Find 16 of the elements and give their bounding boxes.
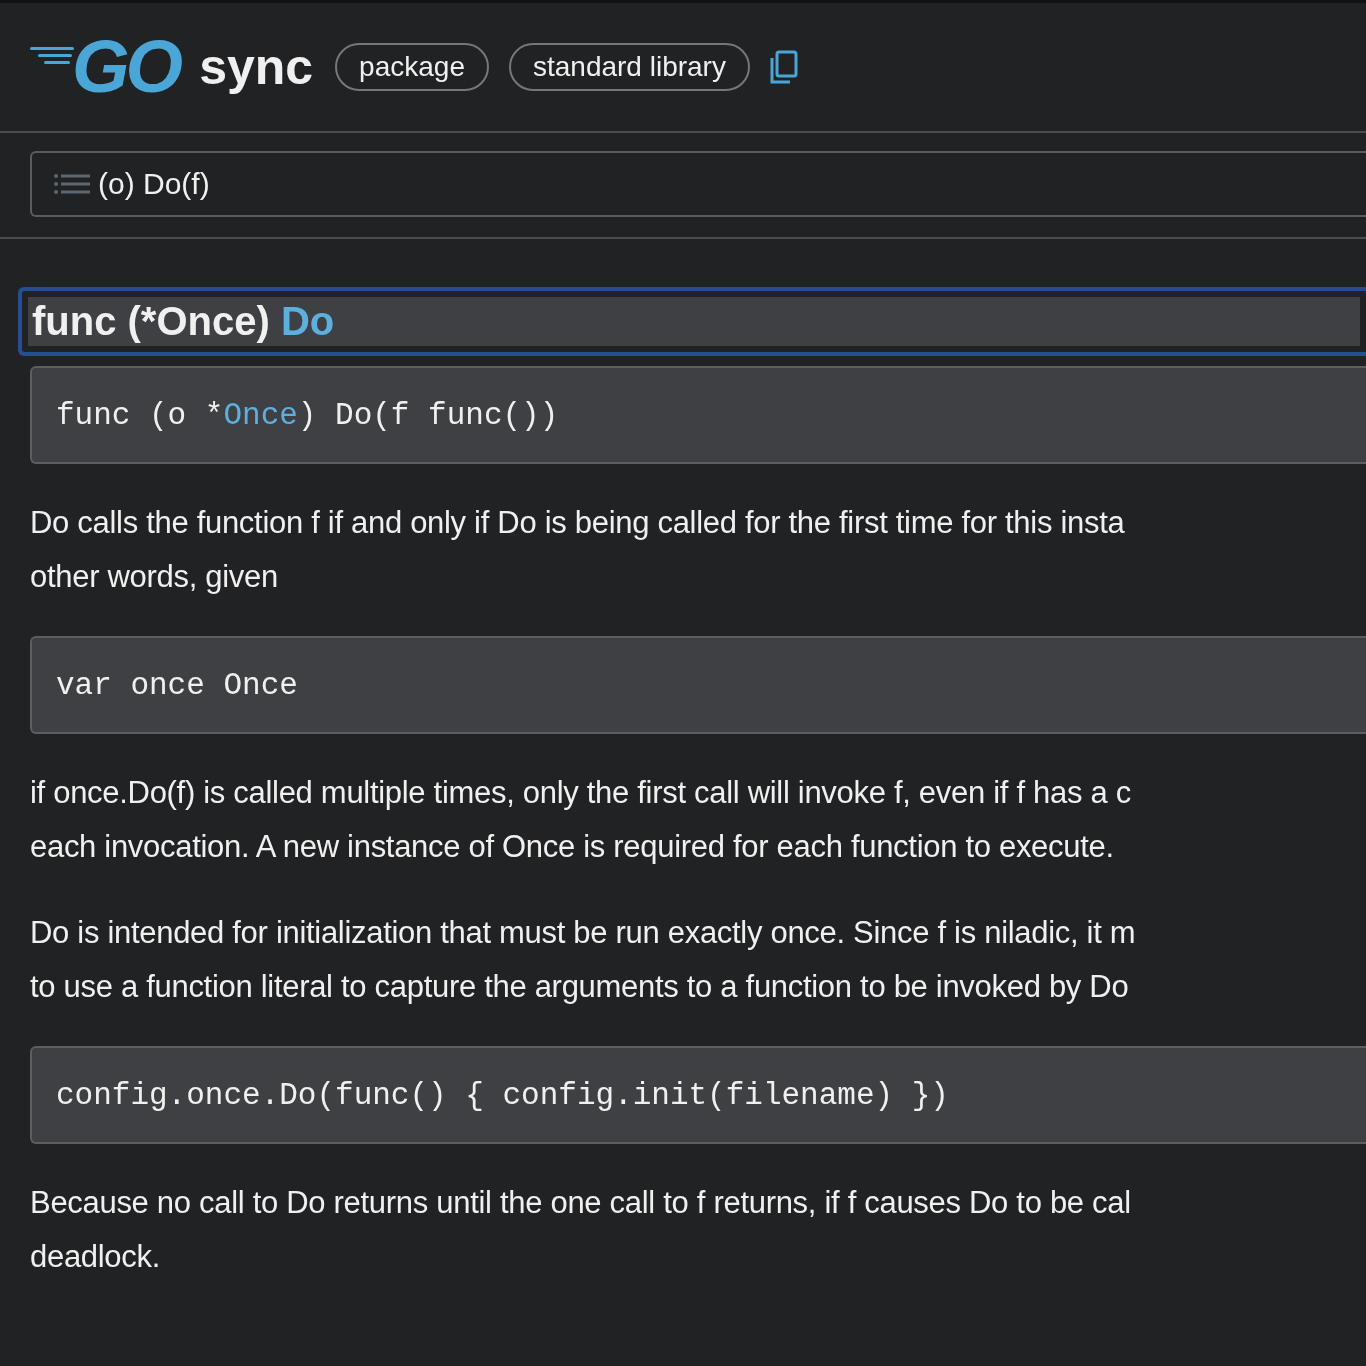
tag-badge: package (335, 43, 489, 91)
tag-badge: standard library (508, 43, 750, 91)
paragraph: Because no call to Do returns until the one call to f returns, if f causes Do to be cal deadlock. (30, 1184, 1132, 1276)
outline-dropdown[interactable]: (o) Do(f) (30, 151, 1366, 217)
copy-icon[interactable] (769, 50, 798, 84)
logo[interactable]: GO (72, 30, 180, 104)
package-title: sync (199, 38, 314, 96)
code-block: config.once.Do(func() { config.init(filename) }) (30, 1046, 1366, 1144)
speed-lines-icon (30, 45, 76, 65)
code-block: var once Once (30, 636, 1366, 734)
paragraph: Do is intended for initialization that must be run exactly once. Since f is niladic, it m to use a function literal to capture the arguments to a function to be invoked by Do (30, 914, 1137, 1006)
method-heading: func (*Once) Do (18, 287, 1366, 356)
code-block: func (o *Once) Do(f func()) (30, 366, 1366, 464)
paragraph: if once.Do(f) is called multiple times, only the first call will invoke f, even if f has a c each invocation. A new instance of Once is required for each function to execute. (30, 774, 1132, 866)
paragraph: Do calls the function f if and only if Do is being called for the first time for this insta other words, given (30, 504, 1126, 596)
list-icon (54, 173, 90, 195)
